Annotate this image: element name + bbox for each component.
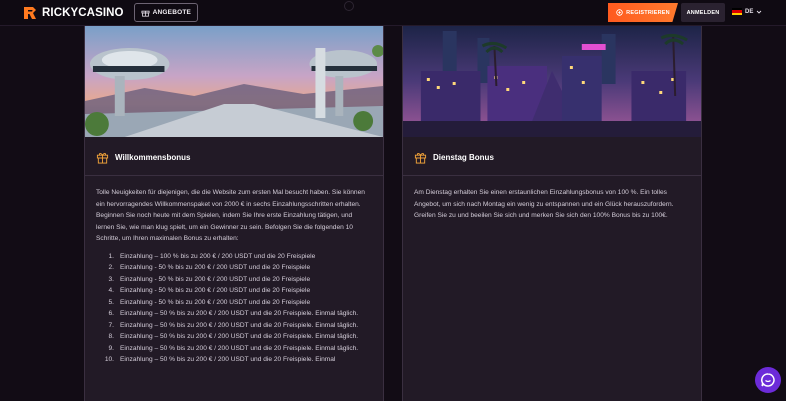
card-body: Am Dienstag erhalten Sie einen erstaunli… [403,176,701,222]
gift-icon [96,152,109,164]
register-button[interactable]: REGISTRIEREN [608,3,678,22]
gift-icon [141,10,150,17]
deposit-step-item: 2. Einzahlung - 50 % bis zu 200 € / 200 U… [104,262,372,274]
step-text: Einzahlung - 50 % bis zu 200 € / 200 USD… [120,298,311,306]
user-add-icon [616,9,623,16]
deposit-step-item: 7. Einzahlung – 50 % bis zu 200 € / 200 U… [104,320,372,332]
welcome-intro-text: Tolle Neuigkeiten für diejenigen, die di… [96,189,365,242]
step-number: 7. [108,321,115,329]
tuesday-bonus-card: Dienstag Bonus Am Dienstag erhalten Sie … [402,26,702,401]
futuristic-city-image [85,26,383,137]
step-text: Einzahlung - 50 % bis zu 200 € / 200 USD… [120,275,311,283]
night-city-image [403,26,701,137]
card-title: Willkommensbonus [115,153,191,162]
offers-label: ANGEBOTE [152,9,192,16]
deposit-step-item: 1. Einzahlung – 100 % bis zu 200 € / 200 … [104,251,372,263]
card-title-row: Willkommensbonus [96,151,383,164]
card-title: Dienstag Bonus [433,153,494,162]
step-number: 10. [104,356,114,363]
deposit-step-item: 8. Einzahlung – 50 % bis zu 200 € / 200 U… [104,331,372,343]
step-text: Einzahlung – 50 % bis zu 200 € / 200 USD… [120,333,359,340]
step-text: Einzahlung – 50 % bis zu 200 € / 200 USD… [120,356,336,363]
step-text: Einzahlung – 100 % bis zu 200 € / 200 US… [120,252,316,260]
top-header: RICKYCASINO ANGEBOTE REGISTRIEREN ANMELD… [0,0,786,26]
step-number: 9. [108,344,115,352]
logo[interactable]: RICKYCASINO [22,5,124,21]
chat-icon [761,373,775,387]
card-body: Tolle Neuigkeiten für diejenigen, die di… [85,176,383,366]
deposit-step-item: 5. Einzahlung - 50 % bis zu 200 € / 200 U… [104,297,372,309]
step-number: 5. [108,298,115,306]
step-number: 6. [108,310,115,317]
language-code: DE [745,8,754,15]
step-number: 8. [108,333,115,340]
live-chat-button[interactable] [755,367,781,393]
faded-title-icon [344,1,354,11]
login-label: ANMELDEN [686,9,720,16]
gift-icon [414,152,427,164]
deposit-step-item: 9. Einzahlung – 50 % bis zu 200 € / 200 U… [104,343,372,355]
step-number: 3. [108,275,115,283]
deposit-step-item: 10. Einzahlung – 50 % bis zu 200 € / 200 … [104,354,372,366]
step-number: 4. [108,287,115,294]
step-text: Einzahlung – 50 % bis zu 200 € / 200 USD… [120,321,359,329]
step-text: Einzahlung – 50 % bis zu 200 € / 200 USD… [120,344,359,352]
deposit-step-item: 3. Einzahlung - 50 % bis zu 200 € / 200 U… [104,274,372,286]
offers-button[interactable]: ANGEBOTE [133,3,199,22]
step-text: Einzahlung - 50 % bis zu 200 € / 200 USD… [120,287,311,294]
step-number: 1. [108,252,115,260]
step-text: Einzahlung - 50 % bis zu 200 € / 200 USD… [120,264,311,271]
tuesday-bonus-text: Am Dienstag erhalten Sie einen erstaunli… [414,189,674,219]
logo-r-icon [24,6,36,19]
card-title-row: Dienstag Bonus [414,151,701,164]
step-text: Einzahlung – 50 % bis zu 200 € / 200 USD… [120,310,359,317]
logo-text: RICKYCASINO [42,6,124,19]
language-selector[interactable]: DE [732,8,762,15]
login-button[interactable]: ANMELDEN [681,3,725,22]
deposit-step-item: 6. Einzahlung – 50 % bis zu 200 € / 200 U… [104,308,372,320]
deposit-steps-list: 1. Einzahlung – 100 % bis zu 200 € / 200 … [96,251,372,366]
german-flag-icon [732,8,742,15]
step-number: 2. [108,264,115,271]
welcome-bonus-card: Willkommensbonus Tolle Neuigkeiten für d… [84,26,384,401]
deposit-step-item: 4. Einzahlung - 50 % bis zu 200 € / 200 U… [104,285,372,297]
register-label: REGISTRIEREN [626,9,670,16]
chevron-down-icon [757,10,762,14]
